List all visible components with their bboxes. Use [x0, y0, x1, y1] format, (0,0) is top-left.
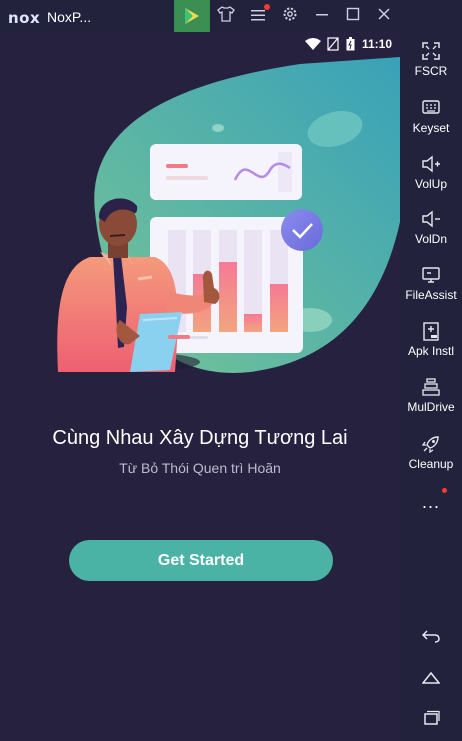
- android-screen: 11:10 Cùng Nhau Xây Dựng Tương Lai Từ Bỏ…: [0, 32, 400, 741]
- rocket-icon: [400, 435, 462, 455]
- sidebar-item-muldrive[interactable]: MulDrive: [400, 378, 462, 414]
- more-notification-dot: [442, 488, 447, 493]
- sidebar-item-voldn[interactable]: VolDn: [400, 210, 462, 246]
- menu-notification-dot: [264, 4, 270, 10]
- volume-down-icon: [400, 210, 462, 230]
- volume-up-icon: [400, 155, 462, 175]
- play-store-button[interactable]: [174, 0, 210, 32]
- sidebar-item-fileassist[interactable]: FileAssist: [400, 266, 462, 302]
- sidebar-item-keyset[interactable]: Keyset: [400, 99, 462, 135]
- multi-drive-icon: [400, 378, 462, 398]
- apk-install-icon: [400, 322, 462, 342]
- sidebar-item-label: FSCR: [414, 64, 448, 78]
- file-assist-icon: [400, 266, 462, 286]
- sidebar-item-apk-instl[interactable]: Apk Instl: [400, 322, 462, 358]
- sidebar-item-label: Keyset: [412, 121, 450, 135]
- more-options-button[interactable]: ...: [422, 492, 440, 513]
- fullscreen-icon: [400, 42, 462, 62]
- sidebar-item-label: Cleanup: [408, 457, 454, 471]
- sidebar-item-label: FileAssist: [405, 288, 457, 302]
- home-icon[interactable]: [421, 670, 441, 690]
- sidebar-item-label: VolDn: [414, 232, 448, 246]
- clock: 11:10: [361, 37, 392, 51]
- sidebar-item-cleanup[interactable]: Cleanup: [400, 435, 462, 471]
- sidebar-item-label: MulDrive: [407, 400, 455, 414]
- nox-logo: nox: [8, 9, 41, 27]
- sidebar-item-fscr[interactable]: FSCR: [400, 42, 462, 78]
- sidebar-item-label: Apk Instl: [407, 344, 455, 358]
- settings-icon[interactable]: [280, 6, 300, 26]
- shirt-icon[interactable]: [216, 6, 236, 26]
- maximize-icon[interactable]: [343, 6, 363, 26]
- onboarding-illustration: [57, 57, 400, 373]
- battery-icon: [346, 37, 355, 51]
- emulator-sidebar: FSCR Keyset VolUp VolDn FileAssist Apk I…: [400, 0, 462, 741]
- sidebar-item-volup[interactable]: VolUp: [400, 155, 462, 191]
- get-started-button[interactable]: Get Started: [69, 540, 333, 581]
- play-store-icon: [185, 8, 199, 24]
- window-title: NoxP...: [47, 9, 92, 25]
- recent-apps-icon[interactable]: [421, 710, 441, 730]
- onboarding-subheading: Từ Bỏ Thói Quen trì Hoãn: [119, 460, 281, 476]
- close-icon[interactable]: [374, 6, 394, 26]
- no-signal-icon: [327, 37, 339, 51]
- wifi-icon: [305, 38, 321, 50]
- emulator-title-bar: nox NoxP...: [0, 0, 462, 32]
- minimize-icon[interactable]: [312, 6, 332, 26]
- onboarding-heading: Cùng Nhau Xây Dựng Tương Lai: [52, 427, 348, 449]
- back-icon[interactable]: [421, 629, 441, 649]
- keyboard-icon: [400, 99, 462, 119]
- check-badge: [281, 209, 323, 251]
- sidebar-item-label: VolUp: [414, 177, 448, 191]
